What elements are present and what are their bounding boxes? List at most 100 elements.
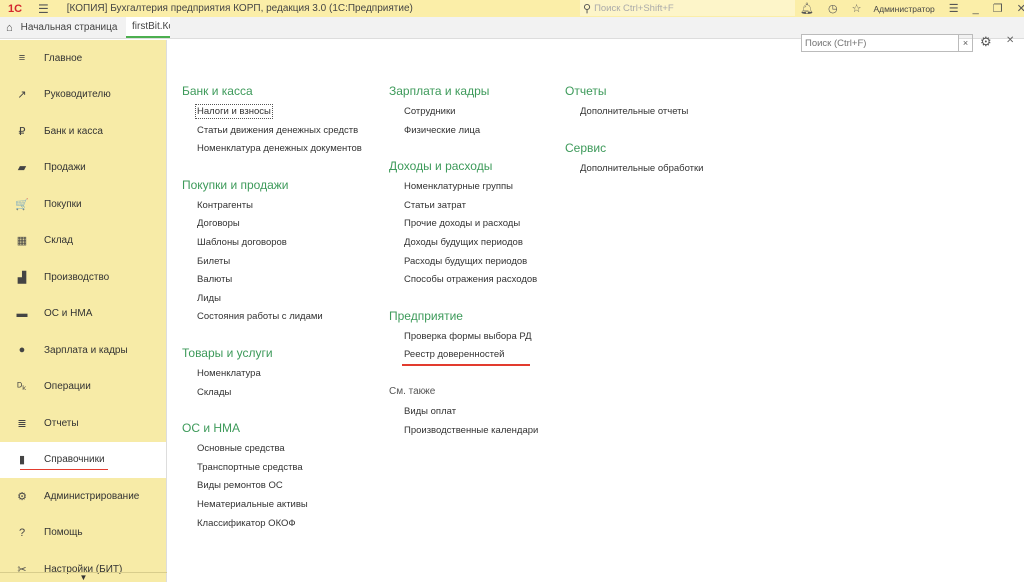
- sidebar-item[interactable]: 🛒 Покупки: [0, 186, 166, 223]
- catalog-section: Зарплата и кадры Сотрудники Физические лиц…: [389, 80, 538, 140]
- catalog-link-label: Виды ремонтов ОС: [197, 480, 283, 492]
- section-title: Банк и касса: [182, 84, 253, 98]
- catalog-link[interactable]: Производственные календари: [389, 422, 538, 441]
- sidebar-item-label: Операции: [44, 381, 91, 393]
- sidebar-icon: 🛒: [15, 198, 29, 211]
- tab-home[interactable]: ⌂ Начальная страница: [6, 17, 117, 38]
- sidebar-icon: ▟: [17, 271, 27, 284]
- sidebar-icon: ↗: [17, 89, 27, 102]
- catalog-section: Банк и касса Налоги и взносы Статьи движен…: [182, 80, 362, 159]
- catalog-link[interactable]: Склады: [182, 384, 362, 403]
- catalog-column: Отчеты Дополнительные отчеты Сервис Дополни…: [565, 80, 703, 193]
- catalog-link[interactable]: Способы отражения расходов: [389, 271, 538, 290]
- clear-search-icon[interactable]: ×: [958, 35, 972, 51]
- catalog-link-label: Статьи затрат: [404, 199, 466, 211]
- catalog-link-label: Нематериальные активы: [197, 498, 308, 510]
- catalog-link-label: Классификатор ОКОФ: [197, 517, 296, 529]
- catalog-link[interactable]: Состояния работы с лидами: [182, 308, 362, 327]
- sidebar-item[interactable]: ✂ Настройки (БИТ): [0, 551, 166, 588]
- catalog-link-label: Виды оплат: [404, 405, 457, 417]
- catalog-link[interactable]: Статьи движения денежных средств: [182, 122, 362, 141]
- catalog-link[interactable]: Физические лица: [389, 122, 538, 141]
- user-name[interactable]: Администратор: [873, 4, 934, 14]
- catalog-link[interactable]: Нематериальные активы: [182, 496, 362, 515]
- sidebar-scroll-down-icon[interactable]: ▼: [0, 572, 167, 582]
- sidebar-item-label: ОС и НМА: [44, 308, 93, 320]
- restore-icon[interactable]: ❐: [993, 2, 1003, 15]
- sidebar-icon: ₽: [18, 125, 26, 138]
- minimize-icon[interactable]: _: [973, 3, 979, 15]
- catalog-link[interactable]: Валюты: [182, 271, 362, 290]
- sidebar-item-label: Производство: [44, 271, 110, 283]
- catalog-link[interactable]: Договоры: [182, 215, 362, 234]
- sidebar-item[interactable]: ≣ Отчеты: [0, 405, 166, 442]
- panel-search-input[interactable]: [802, 35, 958, 51]
- catalog-link[interactable]: Номенклатура: [182, 365, 362, 384]
- history-icon[interactable]: ◷: [828, 2, 838, 15]
- close-window-icon[interactable]: ✕: [1017, 2, 1024, 15]
- sidebar-item[interactable]: ≡ Главное: [0, 40, 166, 77]
- catalog-link-label: Налоги и взносы: [195, 104, 273, 119]
- sidebar-item[interactable]: ▮ Справочники: [0, 441, 166, 478]
- catalog-link[interactable]: Контрагенты: [182, 197, 362, 216]
- catalog-link[interactable]: Билеты: [182, 253, 362, 272]
- catalog-link-label: Проверка формы выбора РД: [404, 330, 532, 342]
- catalog-link[interactable]: Расходы будущих периодов: [389, 253, 538, 272]
- sidebar-icon: ⚙: [17, 490, 27, 503]
- sidebar-icon: ?: [18, 526, 26, 539]
- catalog-link[interactable]: Прочие доходы и расходы: [389, 215, 538, 234]
- catalog-link-label: Лиды: [197, 292, 221, 304]
- catalog-link[interactable]: Транспортные средства: [182, 459, 362, 478]
- main-menu-icon[interactable]: ☰: [38, 2, 49, 16]
- notifications-bell-icon[interactable]: 🔔︎: [800, 2, 814, 15]
- catalog-link[interactable]: Номенклатура денежных документов: [182, 140, 362, 159]
- catalog-link-label: Дополнительные обработки: [580, 162, 704, 174]
- sidebar-item-label: Банк и касса: [44, 125, 103, 137]
- catalog-link[interactable]: Виды ремонтов ОС: [182, 477, 362, 496]
- catalog-link[interactable]: Реестр доверенностей: [389, 346, 538, 366]
- catalog-link[interactable]: Виды оплат: [389, 403, 538, 422]
- sidebar-item[interactable]: ? Помощь: [0, 515, 166, 552]
- catalog-link[interactable]: Основные средства: [182, 440, 362, 459]
- catalog-link[interactable]: Проверка формы выбора РД: [389, 328, 538, 347]
- catalog-link-label: Сотрудники: [404, 106, 456, 117]
- catalog-link[interactable]: Налоги и взносы: [182, 103, 362, 122]
- sidebar-item[interactable]: ↗ Руководителю: [0, 77, 166, 114]
- sidebar-item[interactable]: ▬ ОС и НМА: [0, 296, 166, 333]
- catalog-link[interactable]: Дополнительные обработки: [565, 160, 703, 179]
- tab-firstbit[interactable]: firstBit.Корп: [126, 17, 170, 38]
- section-title: Предприятие: [389, 308, 463, 323]
- catalog-link[interactable]: Классификатор ОКОФ: [182, 515, 362, 534]
- sidebar-item[interactable]: ᴰₖ Операции: [0, 369, 166, 406]
- section-title: ОС и НМА: [182, 421, 241, 436]
- catalog-link[interactable]: Сотрудники: [389, 103, 538, 122]
- sidebar-item[interactable]: ₽ Банк и касса: [0, 113, 166, 150]
- gear-icon[interactable]: ⚙: [980, 34, 992, 50]
- catalog-link-label: Номенклатура денежных документов: [197, 143, 362, 155]
- settings-menu-icon[interactable]: ☰: [949, 2, 959, 15]
- catalog-link-label: Контрагенты: [197, 199, 253, 211]
- sidebar-item[interactable]: ● Зарплата и кадры: [0, 332, 166, 369]
- favorites-star-icon[interactable]: ☆: [852, 2, 862, 15]
- catalog-link[interactable]: Шаблоны договоров: [182, 234, 362, 253]
- home-icon: ⌂: [6, 21, 13, 34]
- catalog-link-label: Основные средства: [197, 443, 285, 455]
- section-title: Зарплата и кадры: [389, 84, 490, 98]
- sidebar-item[interactable]: ▦ Склад: [0, 223, 166, 260]
- catalog-link[interactable]: Дополнительные отчеты: [565, 103, 703, 122]
- sidebar-item[interactable]: ▰ Продажи: [0, 150, 166, 187]
- sidebar-item[interactable]: ▟ Производство: [0, 259, 166, 296]
- catalog-link-label: Доходы будущих периодов: [404, 236, 523, 248]
- catalog-link[interactable]: Лиды: [182, 290, 362, 309]
- catalog-link-label: Реестр доверенностей: [404, 349, 505, 361]
- sidebar-item[interactable]: ⚙ Администрирование: [0, 478, 166, 515]
- global-search-input[interactable]: ⚲ Поиск Ctrl+Shift+F: [580, 0, 795, 16]
- close-panel-icon[interactable]: ✕: [1006, 35, 1014, 46]
- catalog-link[interactable]: Статьи затрат: [389, 197, 538, 216]
- panel-search[interactable]: ×: [801, 34, 973, 52]
- section-title: См. также: [389, 385, 436, 397]
- catalog-link[interactable]: Номенклатурные группы: [389, 178, 538, 197]
- catalog-link[interactable]: Доходы будущих периодов: [389, 234, 538, 253]
- catalog-link-label: Прочие доходы и расходы: [404, 218, 521, 230]
- sidebar-item-label: Продажи: [44, 162, 86, 174]
